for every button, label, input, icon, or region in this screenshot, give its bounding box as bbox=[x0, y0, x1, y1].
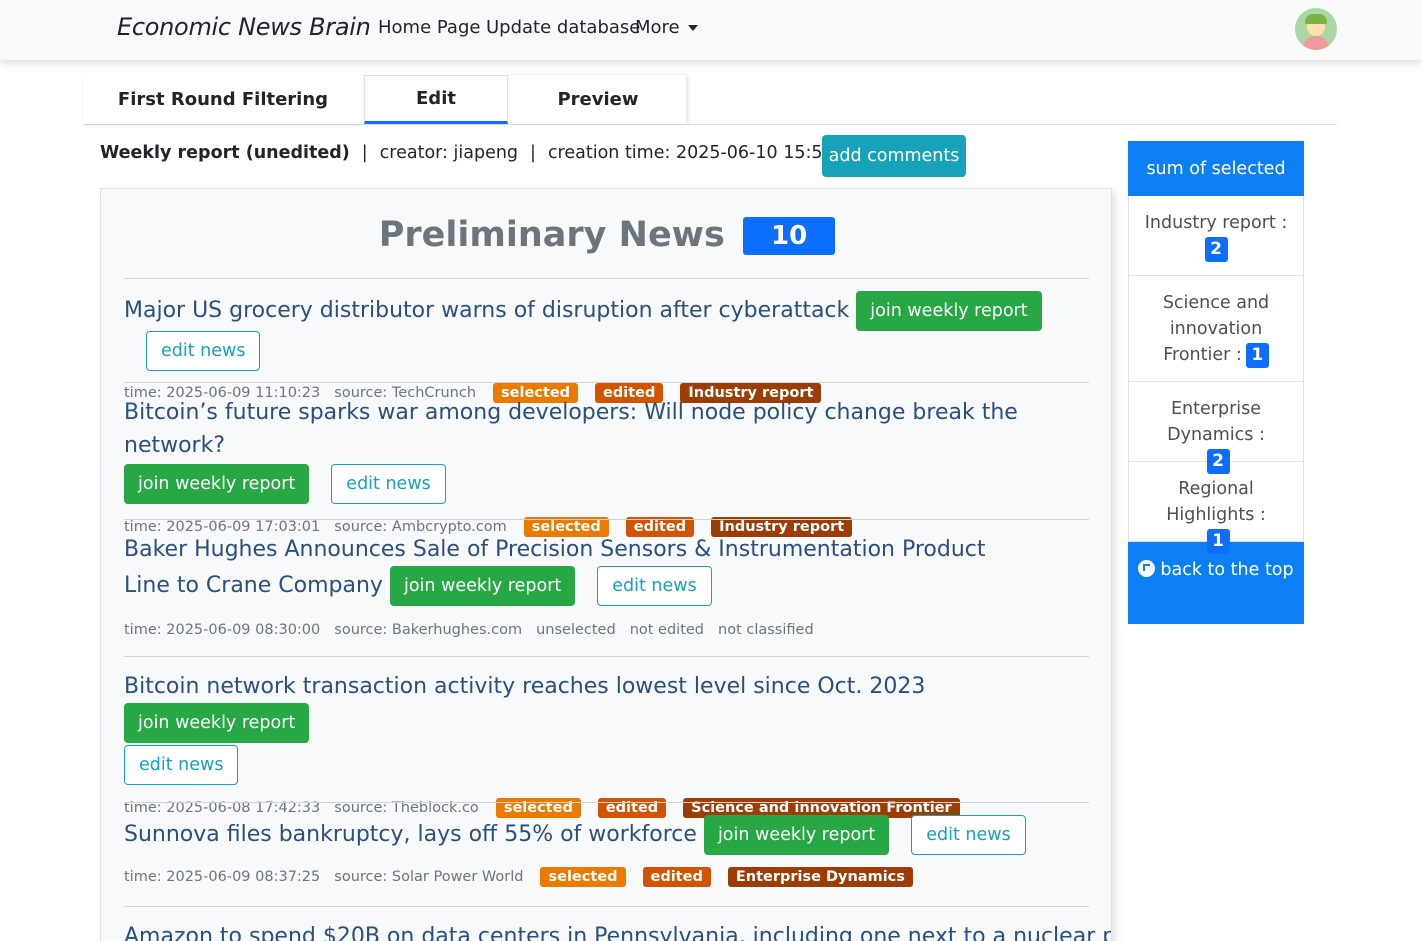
separator: | bbox=[361, 143, 368, 163]
nav-update-database-link[interactable]: Update database bbox=[486, 17, 640, 38]
report-title: Weekly report (unedited) bbox=[100, 143, 350, 163]
join-weekly-report-button[interactable]: join weekly report bbox=[124, 464, 310, 504]
sidebar-item-label: Enterprise Dynamics : bbox=[1167, 399, 1265, 445]
news-title-link[interactable]: Bitcoin network transaction activity rea… bbox=[124, 674, 925, 699]
news-title-row: Sunnova files bankruptcy, lays off 55% o… bbox=[124, 815, 1089, 855]
news-item: Major US grocery distributor warns of di… bbox=[124, 278, 1089, 403]
add-comments-button[interactable]: add comments bbox=[822, 135, 966, 177]
news-count-badge: 10 bbox=[743, 217, 836, 255]
chevron-down-icon bbox=[687, 25, 698, 31]
news-item: Baker Hughes Announces Sale of Precision… bbox=[124, 519, 1089, 656]
sidebar-item-regional-highlights[interactable]: Regional Highlights : 1 bbox=[1128, 462, 1304, 554]
separator: | bbox=[530, 143, 536, 163]
join-weekly-report-button[interactable]: join weekly report bbox=[389, 566, 576, 606]
join-weekly-report-button[interactable]: join weekly report bbox=[856, 291, 1042, 331]
tab-edit[interactable]: Edit bbox=[364, 75, 508, 124]
user-avatar[interactable] bbox=[1295, 8, 1337, 50]
news-title-row: Baker Hughes Announces Sale of Precision… bbox=[124, 533, 1024, 606]
category-badge: Enterprise Dynamics bbox=[727, 867, 913, 887]
news-item: Amazon to spend $20B on data centers in … bbox=[124, 906, 1111, 941]
news-title-link[interactable]: Amazon to spend $20B on data centers in … bbox=[124, 924, 1111, 941]
news-time: time: 2025-06-09 08:30:00 bbox=[124, 622, 321, 638]
edit-news-button[interactable]: edit news bbox=[146, 331, 261, 371]
tab-first-round-filtering[interactable]: First Round Filtering bbox=[83, 75, 363, 124]
sidebar-item-science-innovation[interactable]: Science and innovation Frontier :1 bbox=[1128, 276, 1304, 382]
preliminary-news-card: Preliminary News 10 Major US grocery dis… bbox=[100, 188, 1112, 941]
back-to-top-label: back to the top bbox=[1160, 560, 1294, 580]
news-actions: join weekly report edit news bbox=[124, 464, 1089, 504]
brand-logo[interactable]: Economic News Brain bbox=[117, 13, 371, 41]
news-item: Sunnova files bankruptcy, lays off 55% o… bbox=[124, 802, 1089, 906]
nav-more-dropdown[interactable]: More bbox=[635, 17, 698, 38]
sidebar-item-count: 1 bbox=[1245, 342, 1269, 368]
edit-news-button[interactable]: edit news bbox=[597, 566, 712, 606]
news-meta: time: 2025-06-09 08:37:25 source: Solar P… bbox=[124, 867, 1089, 887]
card-title-text: Preliminary News bbox=[378, 215, 725, 255]
sidebar-item-enterprise-dynamics[interactable]: Enterprise Dynamics : 2 bbox=[1128, 382, 1304, 474]
edited-badge: edited bbox=[642, 867, 711, 887]
news-title-link[interactable]: Sunnova files bankruptcy, lays off 55% o… bbox=[124, 822, 697, 847]
news-time: time: 2025-06-09 08:37:25 bbox=[124, 869, 321, 885]
news-source: source: Bakerhughes.com bbox=[334, 622, 523, 638]
selected-badge: selected bbox=[540, 867, 626, 887]
news-title-row: Bitcoin network transaction activity rea… bbox=[124, 670, 1089, 743]
news-item: Bitcoin’s future sparks war among develo… bbox=[124, 382, 1089, 537]
sidebar-item-count: 2 bbox=[1204, 236, 1228, 262]
sidebar-item-industry-report[interactable]: Industry report : 2 bbox=[1128, 196, 1304, 276]
not-edited-label: not edited bbox=[629, 622, 705, 638]
selected-summary-sidebar: sum of selected Industry report : 2 Scie… bbox=[1128, 141, 1304, 624]
join-weekly-report-button[interactable]: join weekly report bbox=[124, 703, 310, 743]
edit-news-button[interactable]: edit news bbox=[331, 464, 446, 504]
join-weekly-report-button[interactable]: join weekly report bbox=[703, 815, 890, 855]
edit-news-button[interactable]: edit news bbox=[911, 815, 1026, 855]
avatar-hair bbox=[1305, 14, 1327, 24]
news-source: source: Solar Power World bbox=[334, 869, 524, 885]
edit-news-button[interactable]: edit news bbox=[124, 745, 239, 785]
back-to-top-button[interactable]: back to the top bbox=[1128, 542, 1304, 624]
not-classified-label: not classified bbox=[718, 622, 814, 638]
news-title-row: Bitcoin’s future sparks war among develo… bbox=[124, 396, 1089, 462]
sidebar-item-count: 2 bbox=[1206, 448, 1230, 474]
news-title-row: Major US grocery distributor warns of di… bbox=[124, 291, 1089, 371]
news-title-link[interactable]: Major US grocery distributor warns of di… bbox=[124, 298, 849, 323]
card-title: Preliminary News 10 bbox=[101, 215, 1111, 255]
navbar: Economic News Brain Home Page Update dat… bbox=[0, 0, 1422, 60]
nav-more-label: More bbox=[635, 17, 680, 38]
report-header: Weekly report (unedited) | creator: jiapen… bbox=[100, 143, 862, 163]
avatar-body bbox=[1303, 36, 1329, 50]
report-creator: creator: jiapeng bbox=[379, 143, 519, 163]
tab-bar: First Round Filtering Edit Preview bbox=[83, 75, 1337, 125]
news-meta: time: 2025-06-09 08:30:00 source: Bakerhu… bbox=[124, 622, 1089, 638]
report-creation-time: creation time: 2025-06-10 15:52:30 bbox=[547, 143, 862, 163]
news-title-row: Amazon to spend $20B on data centers in … bbox=[124, 920, 1111, 941]
news-title-link[interactable]: Bitcoin’s future sparks war among develo… bbox=[124, 400, 1018, 458]
sidebar-item-label: Regional Highlights : bbox=[1166, 479, 1266, 525]
sidebar-header: sum of selected bbox=[1128, 141, 1304, 196]
news-item: Bitcoin network transaction activity rea… bbox=[124, 656, 1089, 818]
tab-preview[interactable]: Preview bbox=[510, 75, 686, 124]
sidebar-item-count: 1 bbox=[1206, 528, 1230, 554]
arrow-up-left-icon bbox=[1138, 559, 1156, 577]
nav-home-link[interactable]: Home Page bbox=[378, 17, 480, 38]
unselected-label: unselected bbox=[536, 622, 616, 638]
news-actions: edit news bbox=[124, 745, 1089, 785]
sidebar-item-label: Industry report : bbox=[1144, 213, 1288, 233]
